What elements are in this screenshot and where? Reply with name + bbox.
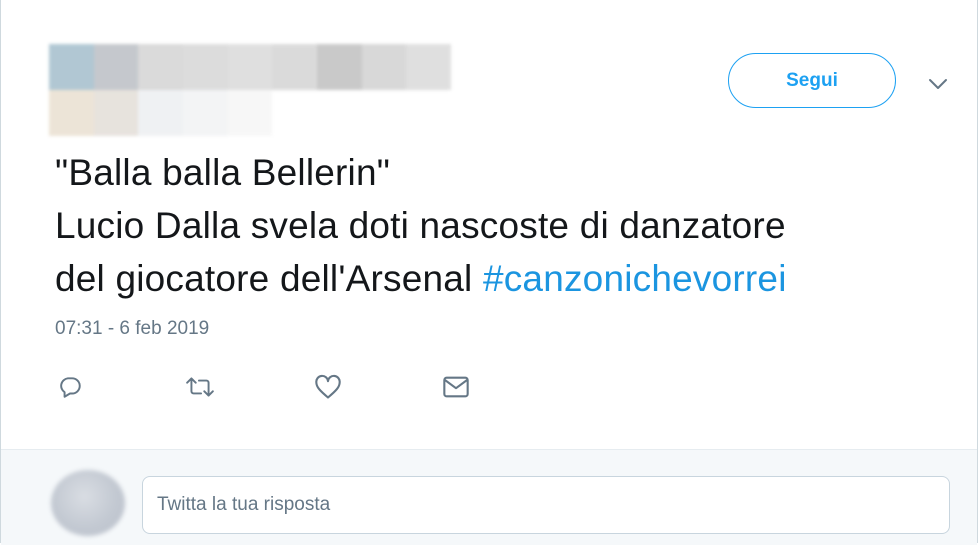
tweet-timestamp[interactable]: 07:31 - 6 feb 2019 [55,318,209,340]
blurred-user-name[interactable] [49,44,451,136]
follow-button[interactable]: Segui [728,53,896,108]
reply-composer: Twitta la tua risposta [1,449,977,545]
reply-icon[interactable] [54,371,86,403]
tweet-text: "Balla balla Bellerin" Lucio Dalla svela… [55,146,955,305]
tweet-actions [1,371,601,403]
hashtag-link[interactable]: #canzonichevorrei [483,258,787,299]
avatar [51,470,125,536]
tweet-text-line: del giocatore dell'Arsenal #canzonichevo… [55,252,955,305]
reply-input[interactable]: Twitta la tua risposta [142,476,950,534]
tweet-text-line: "Balla balla Bellerin" [55,152,391,193]
retweet-icon[interactable] [184,371,216,403]
tweet-text-line: Lucio Dalla svela doti nascoste di danza… [55,205,786,246]
chevron-down-icon[interactable] [926,72,950,96]
direct-message-icon[interactable] [440,371,472,403]
like-icon[interactable] [312,371,344,403]
tweet-text-segment: del giocatore dell'Arsenal [55,258,473,299]
